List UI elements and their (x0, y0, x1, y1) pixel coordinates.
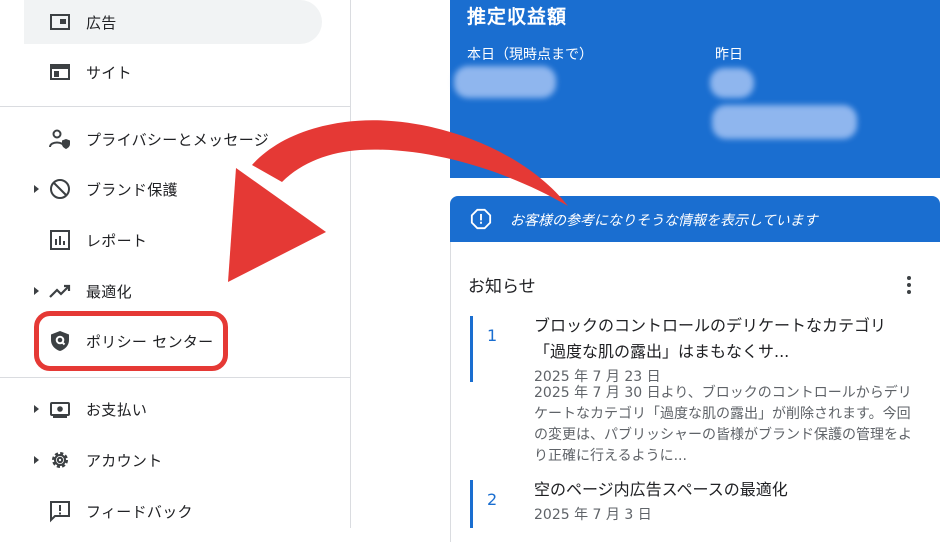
sidebar-item-label: ブランド保護 (86, 180, 178, 199)
sidebar-item-ads[interactable]: 広告 (24, 0, 322, 44)
notice-number: 1 (487, 326, 498, 345)
expand-caret-icon[interactable] (34, 405, 39, 413)
sidebar-item-feedback[interactable]: フィードバック (0, 489, 350, 533)
sidebar-item-brand-safety[interactable]: ブランド保護 (0, 167, 350, 211)
block-icon (50, 179, 70, 199)
info-banner: お客様の参考になりそうな情報を表示しています (450, 196, 940, 242)
ad-icon (50, 14, 70, 30)
blurred-today-value (454, 66, 556, 98)
blurred-yesterday-sub-value (712, 105, 857, 139)
policy-center-highlight (34, 311, 228, 371)
sidebar-item-payments[interactable]: お支払い (0, 387, 350, 431)
privacy-icon (49, 129, 70, 149)
trending-icon (49, 284, 71, 298)
sidebar-item-label: レポート (86, 231, 148, 250)
sidebar-item-label: フィードバック (86, 502, 193, 521)
notice-accent-bar (470, 316, 473, 382)
sidebar-item-account[interactable]: アカウント (0, 438, 350, 482)
notice-number: 2 (487, 490, 498, 509)
notice-title[interactable]: 空のページ内広告スペースの最適化 (534, 477, 914, 503)
yesterday-label: 昨日 (715, 47, 743, 63)
blurred-yesterday-value (710, 68, 754, 98)
sidebar-item-optimization[interactable]: 最適化 (0, 269, 350, 313)
sidebar-item-sites[interactable]: サイト (0, 50, 350, 94)
sidebar-divider (0, 377, 350, 378)
alert-icon (470, 208, 492, 230)
estimated-earnings-card: 推定収益額 本日（現時点まで） 昨日 (450, 0, 940, 178)
sidebar-item-label: お支払い (86, 400, 148, 419)
notice-accent-bar (470, 480, 473, 528)
today-label: 本日（現時点まで） (467, 47, 593, 63)
info-banner-text: お客様の参考になりそうな情報を表示しています (510, 213, 818, 229)
notices-title: お知らせ (468, 277, 536, 297)
sidebar-item-label: 最適化 (86, 282, 132, 301)
expand-caret-icon[interactable] (34, 185, 39, 193)
notice-date: 2025 年 7 月 3 日 (534, 507, 652, 523)
sidebar-item-label: アカウント (86, 451, 163, 470)
sidebar-item-reports[interactable]: レポート (0, 218, 350, 262)
sidebar-item-privacy[interactable]: プライバシーとメッセージ (0, 117, 350, 161)
sidebar-divider (0, 106, 350, 107)
sidebar-item-label: サイト (86, 63, 132, 82)
sidebar-item-label: プライバシーとメッセージ (86, 130, 270, 149)
sidebar: 広告 サイト プライバシーとメッセージ ブランド保護 レポート 最適化 ポリシー… (0, 0, 351, 528)
earnings-title: 推定収益額 (467, 6, 568, 28)
notice-description: 2025 年 7 月 30 日より、ブロックのコントロールからデリケートなカテゴ… (534, 385, 912, 464)
expand-caret-icon[interactable] (34, 287, 39, 295)
payment-icon (50, 402, 70, 418)
expand-caret-icon[interactable] (34, 456, 39, 464)
feedback-icon (50, 501, 70, 523)
more-options-icon[interactable] (907, 276, 911, 297)
sidebar-item-label: 広告 (86, 13, 117, 32)
site-icon (50, 64, 70, 80)
notice-title[interactable]: ブロックのコントロールのデリケートなカテゴリ「過度な肌の露出」はまもなくサ... (534, 313, 914, 365)
gear-icon (52, 452, 68, 468)
report-icon (50, 230, 70, 250)
